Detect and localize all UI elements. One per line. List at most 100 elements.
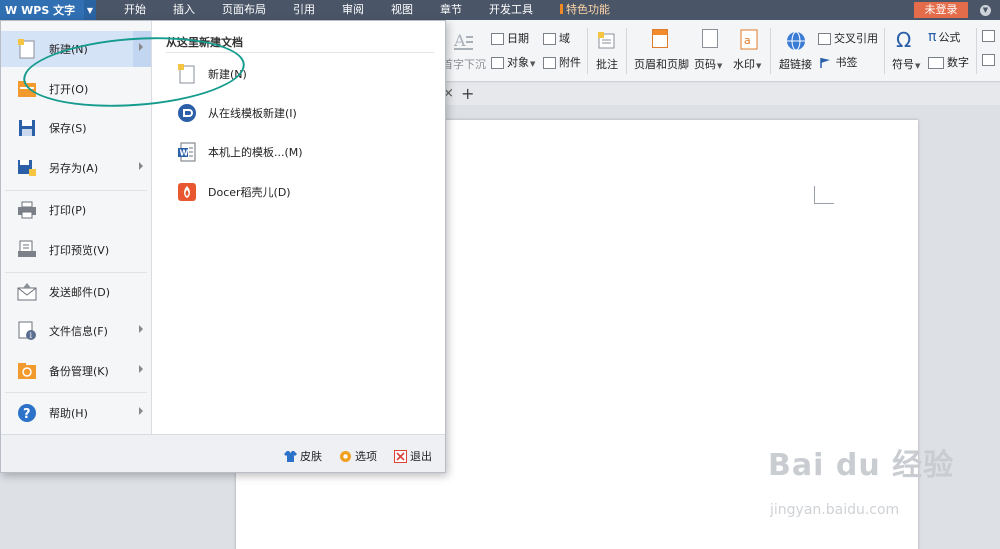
shirt-icon [284,450,297,463]
symbol-caret-icon: ▼ [915,62,921,70]
special-marker-icon [560,4,563,14]
watermark-url: jingyan.baidu.com [770,502,900,518]
menu-item-backup[interactable]: 备份管理(K) [1,353,151,389]
tab-page-layout[interactable]: 页面布局 [208,0,279,20]
help-icon: ? [17,403,37,423]
symbol-icon[interactable]: Ω [896,28,918,52]
save-disk-icon [17,118,37,138]
submenu-online-template-label: 从在线模板新建(I) [208,107,297,120]
text-box-icon[interactable] [982,30,995,42]
menu-item-save-as-label: 另存为(A) [49,162,99,175]
attachment-icon [543,57,556,69]
menu-divider [5,272,147,273]
menu-item-print[interactable]: 打印(P) [1,192,151,228]
comment-icon[interactable] [596,30,618,52]
svg-text:?: ? [23,407,31,422]
drop-cap-icon[interactable]: A [452,30,474,52]
more-options-icon[interactable]: ▼ [980,5,991,16]
submenu-online-template[interactable]: 从在线模板新建(I) [176,101,297,125]
tab-special[interactable]: 特色功能 [546,0,623,20]
svg-text:A: A [453,31,466,50]
pi-icon: π [928,29,937,45]
tab-insert[interactable]: 插入 [159,0,208,20]
submenu-arrow-icon [139,407,143,415]
menu-item-help[interactable]: ? 帮助(H) [1,395,151,431]
exit-label: 退出 [410,450,432,463]
submenu-arrow-icon [139,162,143,170]
skin-label: 皮肤 [300,450,322,463]
bookmark-button[interactable]: 书签 [818,54,858,70]
options-button[interactable]: 选项 [339,448,377,464]
submenu-arrow-icon [139,365,143,373]
menu-divider [5,190,147,191]
object-button[interactable]: 对象▼ [491,54,535,70]
tab-review[interactable]: 审阅 [328,0,377,20]
save-as-icon [17,158,37,178]
menu-item-print-preview[interactable]: 打印预览(V) [1,232,151,268]
page-number-button[interactable]: 页码▼ [694,56,722,72]
menu-item-file-info[interactable]: i 文件信息(F) [1,313,151,349]
margin-corner-mark [814,186,834,204]
field-icon [543,33,556,45]
formula-button[interactable]: π 公式 [928,29,960,45]
watermark-icon[interactable]: a [738,29,760,51]
watermark-button[interactable]: 水印▼ [733,56,761,72]
menu-item-send-email[interactable]: 发送邮件(D) [1,274,151,310]
tab-chapter[interactable]: 章节 [426,0,475,20]
new-doc-icon [17,39,37,59]
drop-cap-label[interactable]: 首字下沉 [442,56,486,72]
printer-icon [17,200,37,220]
menu-item-send-email-label: 发送邮件(D) [49,286,111,299]
hyperlink-label[interactable]: 超链接 [779,56,812,72]
file-menu: 新建(N) 打开(O) 保存(S) 另存为(A) 打印(P) 打印预览(V) 发… [0,20,446,473]
chart-icon[interactable] [982,54,995,66]
menu-item-save-label: 保存(S) [49,122,87,135]
title-bar: W WPS 文字 ▼ 开始 插入 页面布局 引用 审阅 视图 章节 开发工具 特… [0,0,1000,20]
menu-item-backup-label: 备份管理(K) [49,365,109,378]
submenu-docer-label: Docer稻壳儿(D) [208,186,291,199]
login-button[interactable]: 未登录 [914,2,968,18]
svg-text:a: a [744,34,751,47]
menu-item-print-preview-label: 打印预览(V) [49,244,110,257]
skin-button[interactable]: 皮肤 [284,448,322,464]
exit-button[interactable]: 退出 [394,448,432,464]
wps-logo-icon: W [5,3,18,17]
number-label: 数字 [947,56,969,69]
page-number-icon[interactable] [702,29,724,51]
header-footer-icon[interactable] [652,29,674,51]
tab-references[interactable]: 引用 [279,0,328,20]
attachment-button[interactable]: 附件 [543,54,581,70]
cross-ref-button[interactable]: 交叉引用 [818,30,878,46]
symbol-button[interactable]: 符号▼ [892,56,920,72]
header-footer-label[interactable]: 页眉和页脚 [634,56,689,72]
exit-icon [394,449,407,463]
hyperlink-icon[interactable] [785,30,807,52]
submenu-arrow-icon [139,325,143,333]
brand-dropdown-icon[interactable]: ▼ [84,0,96,20]
comment-label[interactable]: 批注 [596,56,618,72]
envelope-icon [17,282,37,302]
menu-item-save[interactable]: 保存(S) [1,110,151,146]
new-tab-icon[interactable]: + [461,84,474,103]
watermark-caret-icon: ▼ [756,62,762,70]
tab-view[interactable]: 视图 [377,0,426,20]
ribbon-divider [587,28,588,74]
print-preview-icon [17,240,37,260]
submenu-local-template[interactable]: W 本机上的模板...(M) [176,140,303,164]
date-label: 日期 [507,32,529,45]
tab-home[interactable]: 开始 [110,0,159,20]
ribbon-divider [976,28,977,74]
file-info-icon: i [17,321,37,341]
tab-developer[interactable]: 开发工具 [475,0,546,20]
watermark-label: 水印 [733,58,755,71]
number-button[interactable]: 数字 [928,54,969,70]
field-button[interactable]: 域 [543,30,570,46]
date-button[interactable]: 日期 [491,30,529,46]
wps-brand-button[interactable]: W WPS 文字 [0,0,84,20]
menu-item-save-as[interactable]: 另存为(A) [1,150,151,186]
submenu-docer[interactable]: Docer稻壳儿(D) [176,180,291,204]
document-tab-strip [446,83,1000,105]
watermark-logo: Bai du 经验 [768,448,955,483]
date-icon [491,33,504,45]
header-footer-doc-icon [652,29,668,48]
